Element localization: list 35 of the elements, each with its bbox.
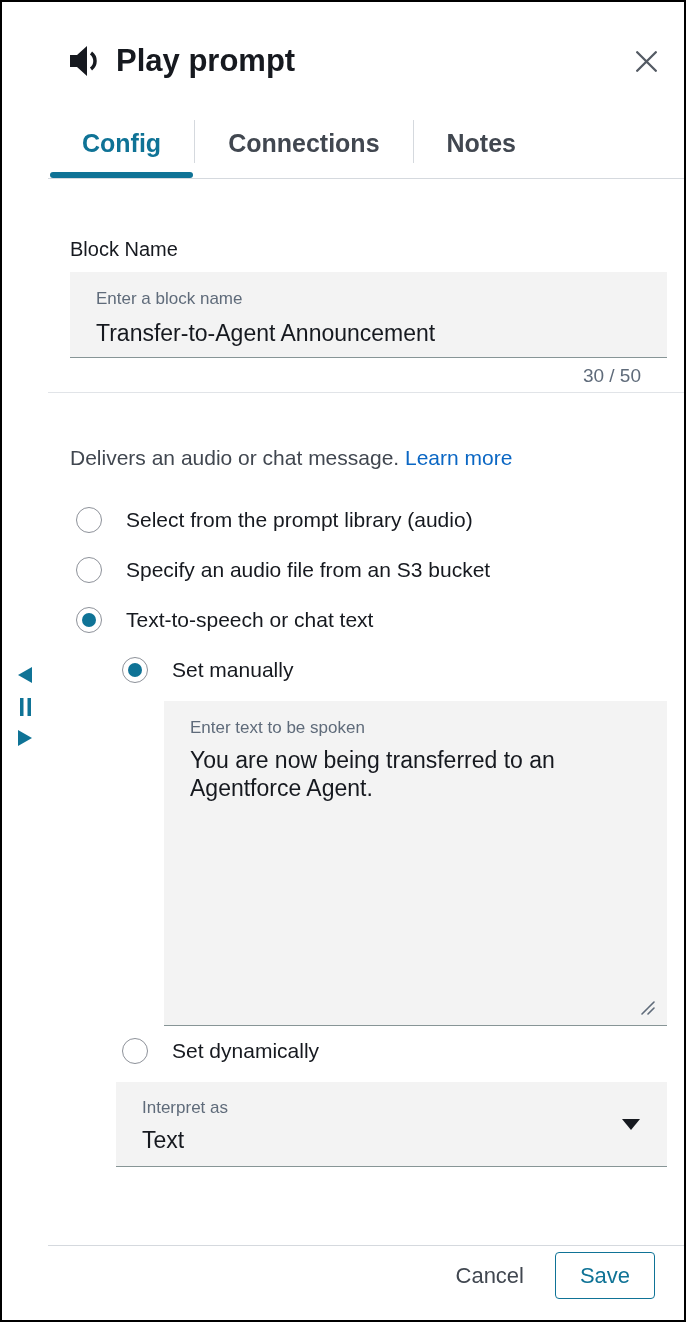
radio-button[interactable]: [76, 507, 102, 533]
field-value: Transfer-to-Agent Announcement: [96, 319, 436, 347]
grip-icon[interactable]: [19, 698, 31, 716]
interpret-as-select[interactable]: Interpret as Text: [116, 1082, 667, 1167]
text-area-field[interactable]: Enter text to be spoken You are now being transferred to an Agentforce Agent.: [164, 701, 667, 1026]
radio-label[interactable]: Set manually: [172, 657, 294, 683]
radio-label[interactable]: Select from the prompt library (audio): [126, 507, 473, 533]
learn-more-link[interactable]: Learn more: [405, 446, 513, 469]
tab[interactable]: Config: [50, 120, 194, 178]
field-value: You are now being transferred to an Agentforce Agent.: [190, 746, 556, 802]
resize-handle-icon[interactable]: [641, 1001, 655, 1015]
radio-label[interactable]: Text-to-speech or chat text: [126, 607, 374, 633]
caret-left-icon[interactable]: [18, 667, 32, 683]
radio-label[interactable]: Set dynamically: [172, 1038, 320, 1064]
radio-label[interactable]: Specify an audio file from an S3 bucket: [126, 557, 491, 583]
radio-button[interactable]: [76, 557, 102, 583]
save-button[interactable]: Save: [555, 1252, 655, 1299]
close-icon[interactable]: [636, 50, 657, 72]
radio-button[interactable]: [122, 657, 148, 683]
description-text: Delivers an audio or chat message. Learn more: [70, 445, 513, 471]
tab[interactable]: Connections: [196, 120, 412, 178]
panel-title: Play prompt: [116, 43, 296, 79]
tab[interactable]: Notes: [414, 120, 548, 178]
field-hint: Enter a block name: [96, 289, 243, 309]
character-counter: 30 / 50: [582, 366, 641, 386]
radio-button[interactable]: [76, 607, 102, 633]
radio-button[interactable]: [122, 1038, 148, 1064]
block-name-field[interactable]: Enter a block name Transfer-to-Agent Announcement: [70, 272, 667, 358]
field-value: Text: [142, 1126, 185, 1154]
cancel-button[interactable]: Cancel: [443, 1252, 536, 1299]
caret-right-icon[interactable]: [18, 730, 32, 746]
caret-down-icon[interactable]: [622, 1118, 640, 1130]
field-label: Block Name: [70, 237, 178, 261]
field-hint: Interpret as: [142, 1098, 228, 1118]
field-hint: Enter text to be spoken: [190, 718, 365, 738]
